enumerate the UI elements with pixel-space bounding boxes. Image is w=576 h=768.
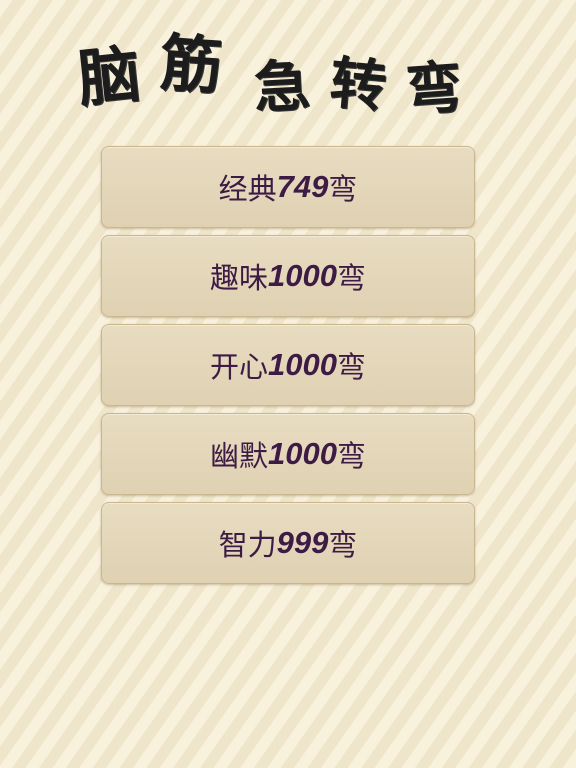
category-button-fun[interactable]: 趣味 1000 弯 — [101, 235, 475, 317]
category-unit: 弯 — [336, 439, 366, 473]
category-count: 749 — [276, 169, 329, 204]
category-unit: 弯 — [328, 172, 358, 206]
title-char: 转 — [327, 50, 389, 121]
category-count: 1000 — [268, 347, 337, 382]
category-unit: 弯 — [336, 261, 366, 295]
title-char: 脑 — [74, 36, 144, 117]
category-button-happy[interactable]: 开心 1000 弯 — [101, 324, 475, 406]
category-name: 开心 — [210, 350, 269, 384]
game-title: 脑 筋 急 转 弯 — [72, 25, 492, 130]
title-char: 急 — [252, 53, 312, 122]
title-char: 筋 — [157, 25, 225, 104]
category-count: 999 — [276, 525, 329, 560]
category-button-classic[interactable]: 经典 749 弯 — [101, 146, 475, 228]
category-button-humor[interactable]: 幽默 1000 弯 — [101, 413, 475, 495]
category-name: 经典 — [218, 172, 277, 206]
category-name: 趣味 — [210, 261, 269, 295]
category-name: 智力 — [218, 528, 277, 562]
category-count: 1000 — [268, 436, 337, 471]
category-unit: 弯 — [328, 528, 358, 562]
category-name: 幽默 — [210, 439, 269, 473]
category-button-intelligence[interactable]: 智力 999 弯 — [101, 502, 475, 584]
category-count: 1000 — [268, 258, 337, 293]
category-unit: 弯 — [336, 350, 366, 384]
title-char: 弯 — [403, 55, 465, 124]
category-menu: 经典 749 弯 趣味 1000 弯 开心 1000 弯 幽默 1000 弯 智力 999 弯 — [101, 146, 475, 584]
